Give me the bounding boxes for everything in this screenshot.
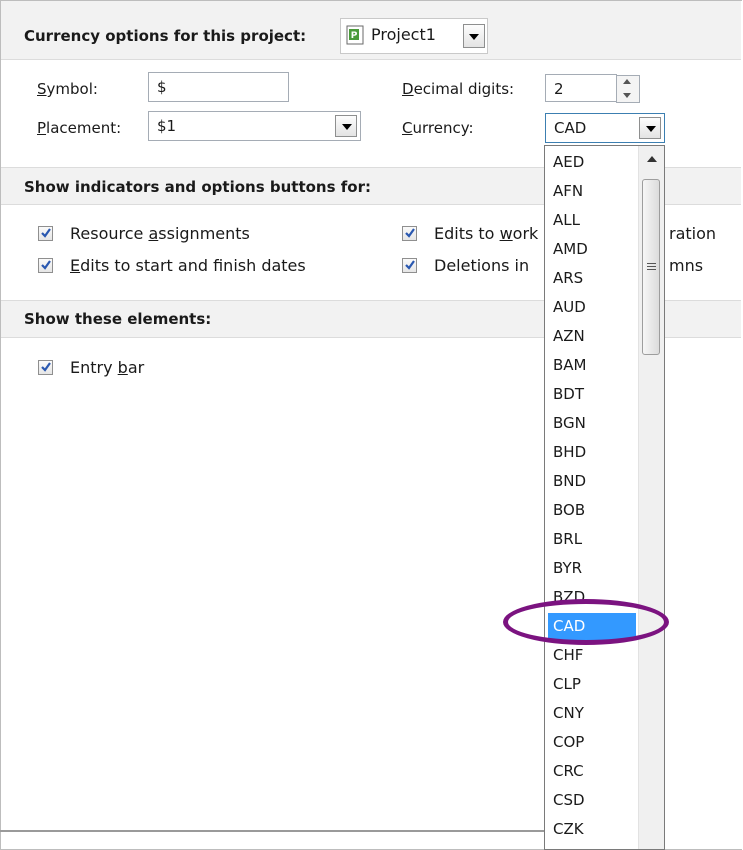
symbol-label: Symbol:: [37, 80, 98, 98]
checkbox-resource-assignments[interactable]: [38, 226, 53, 241]
bottom-separator: [0, 830, 544, 832]
currency-option-csd[interactable]: CSD: [548, 787, 636, 814]
currency-option-all[interactable]: ALL: [548, 207, 636, 234]
currency-option-aud[interactable]: AUD: [548, 294, 636, 321]
chevron-down-icon: [469, 34, 479, 40]
chevron-down-icon[interactable]: [335, 115, 357, 137]
checkmark-icon: [41, 362, 51, 372]
checkbox-edits-start-finish[interactable]: [38, 258, 53, 273]
currency-option-byr[interactable]: BYR: [548, 555, 636, 582]
currency-option-czk[interactable]: CZK: [548, 816, 636, 843]
chevron-down-icon[interactable]: [639, 117, 661, 139]
deletions-label-suffix: mns: [669, 256, 704, 275]
currency-option-amd[interactable]: AMD: [548, 236, 636, 263]
checkmark-icon: [41, 228, 51, 238]
deletions-label: Deletions in: [434, 256, 530, 275]
checkmark-icon: [405, 260, 415, 270]
currency-option-brl[interactable]: BRL: [548, 526, 636, 553]
currency-option-chf[interactable]: CHF: [548, 642, 636, 669]
currency-option-clp[interactable]: CLP: [548, 671, 636, 698]
currency-option-bob[interactable]: BOB: [548, 497, 636, 524]
currency-option-bgn[interactable]: BGN: [548, 410, 636, 437]
grip-line: [647, 269, 656, 270]
currency-option-ars[interactable]: ARS: [548, 265, 636, 292]
spin-up-icon[interactable]: [617, 76, 639, 89]
indicators-title: Show indicators and options buttons for:: [24, 178, 371, 196]
edits-work-label-suffix: ration: [669, 224, 717, 243]
svg-text:P: P: [351, 31, 358, 41]
project-selector-value: Project1: [371, 25, 436, 44]
decimal-digits-spinner[interactable]: [616, 75, 640, 103]
placement-label: Placement:: [37, 119, 122, 137]
currency-option-crc[interactable]: CRC: [548, 758, 636, 785]
placement-value: $1: [157, 117, 177, 135]
elements-title: Show these elements:: [24, 310, 212, 328]
currency-option-bzd[interactable]: BZD: [548, 584, 636, 611]
currency-option-aed[interactable]: AED: [548, 149, 636, 176]
entry-bar-label: Entry bar: [70, 358, 145, 377]
decimal-digits-input[interactable]: 2: [545, 74, 617, 102]
checkbox-deletions[interactable]: [402, 258, 417, 273]
currency-value: CAD: [554, 119, 587, 137]
currency-option-azn[interactable]: AZN: [548, 323, 636, 350]
currency-option-bam[interactable]: BAM: [548, 352, 636, 379]
spin-down-icon[interactable]: [617, 89, 639, 102]
edits-work-label: Edits to work: [434, 224, 539, 243]
currency-option-cny[interactable]: CNY: [548, 700, 636, 727]
checkmark-icon: [41, 260, 51, 270]
currency-option-bnd[interactable]: BND: [548, 468, 636, 495]
currency-option-afn[interactable]: AFN: [548, 178, 636, 205]
symbol-input[interactable]: $: [148, 72, 289, 102]
edits-start-finish-label: Edits to start and finish dates: [70, 256, 306, 275]
checkbox-entry-bar[interactable]: [38, 360, 53, 375]
resource-assignments-label: Resource assignments: [70, 224, 250, 243]
currency-option-cop[interactable]: COP: [548, 729, 636, 756]
project-dropdown-arrow[interactable]: [463, 24, 485, 48]
scroll-thumb[interactable]: [642, 179, 660, 355]
currency-option-bdt[interactable]: BDT: [548, 381, 636, 408]
checkbox-edits-work[interactable]: [402, 226, 417, 241]
project-selector[interactable]: P Project1: [340, 18, 488, 54]
scroll-up-icon[interactable]: [639, 146, 664, 172]
currency-option-cad[interactable]: CAD: [548, 613, 636, 640]
decimal-digits-label: Decimal digits:: [402, 80, 515, 98]
currency-label: Currency:: [402, 119, 474, 137]
currency-combo[interactable]: CAD: [545, 113, 665, 143]
placement-combo[interactable]: $1: [148, 111, 361, 141]
project-file-icon: P: [346, 25, 364, 45]
grip-line: [647, 266, 656, 267]
currency-option-bhd[interactable]: BHD: [548, 439, 636, 466]
currency-list-scrollbar[interactable]: [638, 146, 664, 849]
grip-line: [647, 263, 656, 264]
checkmark-icon: [405, 228, 415, 238]
currency-dropdown-list[interactable]: AED AFN ALL AMD ARS AUD AZN BAM BDT BGN BHD BND BOB B…: [544, 145, 665, 850]
currency-options-title: Currency options for this project:: [24, 27, 307, 45]
